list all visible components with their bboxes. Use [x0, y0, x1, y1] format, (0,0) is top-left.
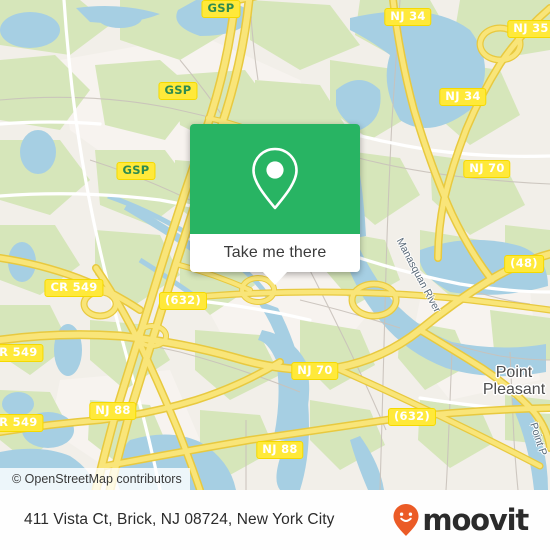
place-label: Point Pleasant	[483, 364, 545, 398]
road-shield: (632)	[387, 408, 437, 426]
take-me-there-label: Take me there	[223, 244, 327, 261]
road-shield: NJ 34	[439, 88, 487, 106]
road-shield: GSP	[158, 82, 198, 100]
moovit-wordmark: moovit	[422, 502, 529, 537]
location-popup[interactable]: Take me there	[190, 124, 360, 285]
popup-header	[190, 124, 360, 234]
map-screen: GSP NJ 34 NJ 35 GSP NJ 34 GSP NJ 70 (48) CR 549 (…	[0, 0, 550, 550]
map-pin-icon	[252, 147, 298, 210]
road-shield: CR 549	[0, 344, 44, 362]
footer-bar: 411 Vista Ct, Brick, NJ 08724, New York …	[0, 490, 550, 550]
map-canvas[interactable]: GSP NJ 34 NJ 35 GSP NJ 34 GSP NJ 70 (48) CR 549 (…	[0, 0, 550, 490]
road-shield: (48)	[504, 255, 544, 273]
road-shield: GSP	[116, 162, 156, 180]
moovit-smiley-pin-icon	[393, 504, 419, 536]
road-shield: (632)	[158, 292, 208, 310]
road-shield: NJ 88	[256, 441, 304, 459]
road-shield: CR 549	[0, 414, 44, 432]
place-label-line: Point	[495, 364, 533, 381]
place-label-line: Pleasant	[482, 381, 546, 398]
road-shield: NJ 88	[89, 402, 137, 420]
road-shield: NJ 34	[384, 8, 432, 26]
osm-attribution-text: © OpenStreetMap contributors	[12, 472, 182, 486]
osm-attribution[interactable]: © OpenStreetMap contributors	[0, 468, 190, 490]
address-label: 411 Vista Ct, Brick, NJ 08724, New York …	[24, 511, 335, 528]
road-shield: NJ 70	[291, 362, 339, 380]
popup-action[interactable]: Take me there	[190, 234, 360, 285]
popup-tail	[262, 271, 288, 285]
road-shield: GSP	[201, 0, 241, 18]
road-shield: NJ 70	[463, 160, 511, 178]
road-shield: CR 549	[44, 279, 104, 297]
moovit-logo[interactable]: moovit	[392, 502, 529, 537]
road-shield: NJ 35	[507, 20, 550, 38]
